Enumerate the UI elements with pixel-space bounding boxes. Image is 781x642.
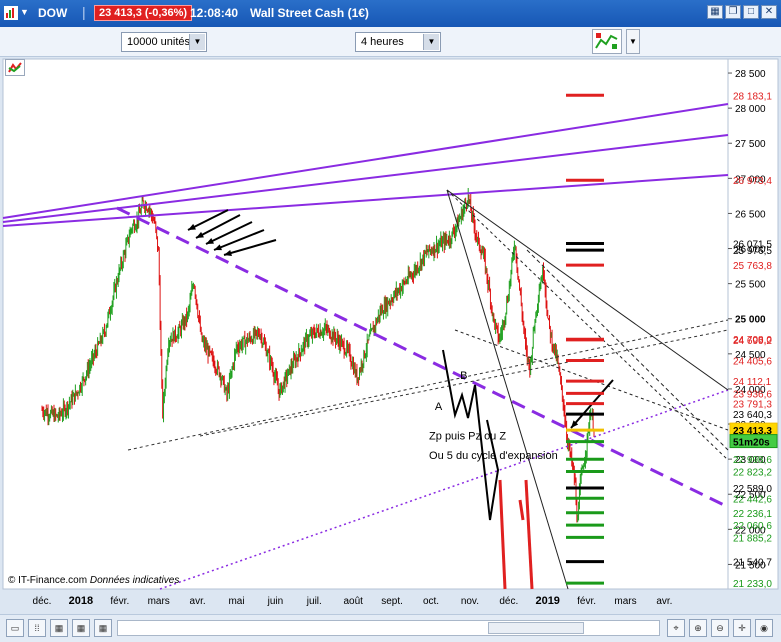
trading-window: ▼ DOW | 23 413,3 (-0,36%) 12:08:40 Wall … xyxy=(0,0,781,642)
grid-large-icon[interactable]: ▦ xyxy=(72,619,90,637)
price-tag: 22 060,6 xyxy=(733,521,772,532)
zoom-minus-icon[interactable]: ⊖ xyxy=(711,619,729,637)
y-tick-label: 27 500 xyxy=(735,139,766,150)
units-select[interactable]: 10000 unités ▼ xyxy=(121,32,207,52)
copyright-notice: © IT-Finance.com Données indicatives xyxy=(8,575,179,586)
x-tick-label: avr. xyxy=(190,596,206,607)
title-bar: ▼ DOW | 23 413,3 (-0,36%) 12:08:40 Wall … xyxy=(0,0,781,27)
price-tag: 22 236,1 xyxy=(733,509,772,520)
chart-type-icon[interactable] xyxy=(5,59,25,76)
restore-window-button[interactable]: ❐ xyxy=(725,5,741,19)
grid-medium-icon[interactable]: ▦ xyxy=(50,619,68,637)
price-tag: 21 885,2 xyxy=(733,533,772,544)
x-tick-label: juin xyxy=(267,596,284,607)
x-tick-label: 2018 xyxy=(69,595,93,607)
time-scrollbar[interactable] xyxy=(117,620,660,636)
instrument-name: Wall Street Cash (1€) xyxy=(250,6,369,20)
price-tag: 21 233,0 xyxy=(733,579,772,590)
price-tag: 25 976,5 xyxy=(733,246,772,257)
timeframe-value: 4 heures xyxy=(361,36,404,48)
price-tag: 21 540,7 xyxy=(733,558,772,569)
x-tick-label: févr. xyxy=(110,596,129,607)
y-tick-label: 28 000 xyxy=(735,104,766,115)
chart-annotation: A xyxy=(435,401,443,413)
price-tag: 25 763,8 xyxy=(733,261,772,272)
price-tag: 24 112,1 xyxy=(733,377,772,388)
grid-color-icon[interactable]: ▦ xyxy=(94,619,112,637)
toolbar: 10000 unités ▼ 4 heures ▼ ▼ xyxy=(0,27,781,77)
price-tag: 22 823,2 xyxy=(733,468,772,479)
cursor-icon[interactable]: ⌖ xyxy=(667,619,685,637)
price-tag: 22 998,6 xyxy=(733,455,772,466)
screenshot-icon[interactable]: ◉ xyxy=(755,619,773,637)
price-tag: 28 183,1 xyxy=(733,91,772,102)
x-tick-label: sept. xyxy=(381,596,403,607)
x-tick-label: mars xyxy=(614,596,636,607)
price-tag: 26 973,4 xyxy=(733,176,772,187)
timeframe-select[interactable]: 4 heures ▼ xyxy=(355,32,441,52)
title-separator: | xyxy=(82,4,86,20)
x-tick-label: mai xyxy=(228,596,244,607)
y-tick-label: 26 500 xyxy=(735,209,766,220)
price-tag: 23 791,3 xyxy=(733,400,772,411)
y-tick-label: 25 500 xyxy=(735,280,766,291)
crosshair-icon[interactable]: ✛ xyxy=(733,619,751,637)
copyright-text: © IT-Finance.com xyxy=(8,575,88,586)
quote-time: 12:08:40 xyxy=(190,6,239,20)
x-tick-label: nov. xyxy=(461,596,479,607)
zoom-out-icon[interactable]: ▭ xyxy=(6,619,24,637)
x-tick-label: 2019 xyxy=(535,595,559,607)
symbol-label[interactable]: DOW xyxy=(38,6,67,20)
price-chart[interactable]: 28 50028 00027 50027 00026 50026 00025 5… xyxy=(0,57,781,614)
scrollbar-thumb[interactable] xyxy=(488,622,584,634)
price-tag: 51m20s xyxy=(733,438,770,449)
x-tick-label: déc. xyxy=(33,596,52,607)
app-logo-icon xyxy=(4,6,18,20)
indicators-icon xyxy=(595,33,618,49)
chart-annotation: Ou 5 du cycle d'expansion xyxy=(429,450,558,462)
x-tick-label: oct. xyxy=(423,596,439,607)
disclaimer-text: Données indicatives xyxy=(89,575,180,586)
x-tick-label: juil. xyxy=(306,596,322,607)
price-tag: 22 442,6 xyxy=(733,494,772,505)
zoom-in-icon[interactable]: ⊕ xyxy=(689,619,707,637)
indicators-button[interactable] xyxy=(592,29,622,54)
price-tag: 24 699,2 xyxy=(733,336,772,347)
price-tag: 24 405,6 xyxy=(733,356,772,367)
close-window-button[interactable]: ✕ xyxy=(761,5,777,19)
x-tick-label: mars xyxy=(148,596,170,607)
price-tag: 23 640,3 xyxy=(733,410,772,421)
y-tick-label: 25 000 xyxy=(735,315,766,326)
x-tick-label: févr. xyxy=(577,596,596,607)
x-tick-label: déc. xyxy=(499,596,518,607)
chevron-down-icon[interactable]: ▼ xyxy=(189,34,205,50)
chart-annotation: B xyxy=(460,370,467,382)
chart-annotation: Zp puis Pz ou Z xyxy=(429,430,506,442)
price-change-badge: 23 413,3 (-0,36%) xyxy=(94,5,193,21)
units-value: 10000 unités xyxy=(127,36,190,48)
maximize-window-button[interactable]: □ xyxy=(743,5,759,19)
y-tick-label: 28 500 xyxy=(735,69,766,80)
grid-view-icon[interactable]: ▦ xyxy=(707,5,723,19)
chevron-down-icon[interactable]: ▼ xyxy=(423,34,439,50)
x-tick-label: août xyxy=(343,596,363,607)
bottom-toolbar: ▭ ⁞⁞ ▦ ▦ ▦ ⌖ ⊕ ⊖ ✛ ◉ xyxy=(0,614,781,642)
indicators-dropdown-icon[interactable]: ▼ xyxy=(626,29,640,54)
x-tick-label: avr. xyxy=(656,596,672,607)
symbol-dropdown-icon[interactable]: ▼ xyxy=(20,7,29,17)
grid-small-icon[interactable]: ⁞⁞ xyxy=(28,619,46,637)
